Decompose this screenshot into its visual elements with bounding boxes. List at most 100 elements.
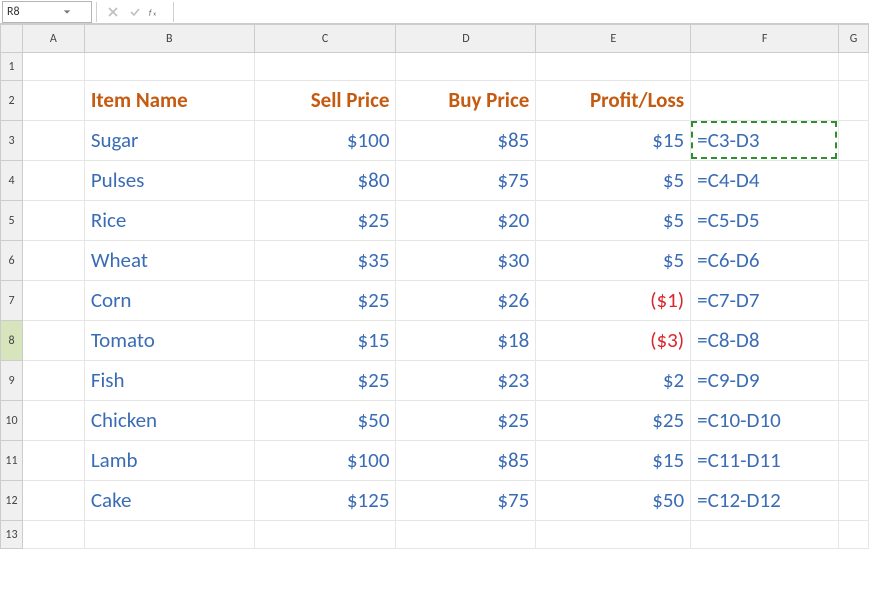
cell-B5[interactable]: Rice	[84, 201, 254, 241]
cell-B3[interactable]: Sugar	[84, 121, 254, 161]
cell-B13[interactable]	[84, 521, 254, 549]
name-box-dropdown-icon[interactable]	[47, 2, 87, 22]
cell-F4[interactable]: =C4-D4	[691, 161, 839, 201]
cell-C10[interactable]: $50	[254, 401, 396, 441]
cell-E10[interactable]: $25	[536, 401, 691, 441]
cell-E12[interactable]: $50	[536, 481, 691, 521]
row-header-6[interactable]: 6	[1, 241, 23, 281]
select-all-corner[interactable]	[1, 25, 23, 53]
cell-B1[interactable]	[84, 53, 254, 81]
cell-F1[interactable]	[691, 53, 839, 81]
cell-E4[interactable]: $5	[536, 161, 691, 201]
cell-E1[interactable]	[536, 53, 691, 81]
row-header-7[interactable]: 7	[1, 281, 23, 321]
row-header-11[interactable]: 11	[1, 441, 23, 481]
cell-D3[interactable]: $85	[396, 121, 536, 161]
formula-input[interactable]	[178, 1, 869, 23]
cell-D13[interactable]	[396, 521, 536, 549]
cell-F10[interactable]: =C10-D10	[691, 401, 839, 441]
cell-B11[interactable]: Lamb	[84, 441, 254, 481]
cell-E7[interactable]: ($1)	[536, 281, 691, 321]
cell-D8[interactable]: $18	[396, 321, 536, 361]
cell-E8[interactable]: ($3)	[536, 321, 691, 361]
cell-G1[interactable]	[839, 53, 869, 81]
column-header-A[interactable]: A	[22, 25, 84, 53]
cell-D4[interactable]: $75	[396, 161, 536, 201]
cell-B9[interactable]: Fish	[84, 361, 254, 401]
column-header-F[interactable]: F	[691, 25, 839, 53]
cell-A8[interactable]	[22, 321, 84, 361]
cell-G6[interactable]	[839, 241, 869, 281]
cell-A13[interactable]	[22, 521, 84, 549]
cell-A1[interactable]	[22, 53, 84, 81]
cell-A6[interactable]	[22, 241, 84, 281]
cell-D6[interactable]: $30	[396, 241, 536, 281]
column-header-E[interactable]: E	[536, 25, 691, 53]
cell-F8[interactable]: =C8-D8	[691, 321, 839, 361]
cancel-icon[interactable]	[103, 2, 123, 22]
cell-G8[interactable]	[839, 321, 869, 361]
row-header-2[interactable]: 2	[1, 81, 23, 121]
cell-G4[interactable]	[839, 161, 869, 201]
row-header-3[interactable]: 3	[1, 121, 23, 161]
cell-C9[interactable]: $25	[254, 361, 396, 401]
cell-F3[interactable]: =C3-D3	[691, 121, 839, 161]
cell-D11[interactable]: $85	[396, 441, 536, 481]
cell-D7[interactable]: $26	[396, 281, 536, 321]
cell-C5[interactable]: $25	[254, 201, 396, 241]
cell-C13[interactable]	[254, 521, 396, 549]
column-header-D[interactable]: D	[396, 25, 536, 53]
row-header-12[interactable]: 12	[1, 481, 23, 521]
cell-E6[interactable]: $5	[536, 241, 691, 281]
name-box[interactable]: R8	[2, 1, 92, 23]
fx-icon[interactable]: f x	[147, 2, 167, 22]
cell-A2[interactable]	[22, 81, 84, 121]
row-header-8[interactable]: 8	[1, 321, 23, 361]
cell-D5[interactable]: $20	[396, 201, 536, 241]
cell-G9[interactable]	[839, 361, 869, 401]
column-header-B[interactable]: B	[84, 25, 254, 53]
cell-E3[interactable]: $15	[536, 121, 691, 161]
row-header-10[interactable]: 10	[1, 401, 23, 441]
cell-C1[interactable]	[254, 53, 396, 81]
cell-E9[interactable]: $2	[536, 361, 691, 401]
row-header-9[interactable]: 9	[1, 361, 23, 401]
cell-D2[interactable]: Buy Price	[396, 81, 536, 121]
cell-F13[interactable]	[691, 521, 839, 549]
cell-E5[interactable]: $5	[536, 201, 691, 241]
cell-C4[interactable]: $80	[254, 161, 396, 201]
cell-E2[interactable]: Profit/Loss	[536, 81, 691, 121]
cell-A12[interactable]	[22, 481, 84, 521]
cell-B7[interactable]: Corn	[84, 281, 254, 321]
cell-A4[interactable]	[22, 161, 84, 201]
cell-E13[interactable]	[536, 521, 691, 549]
enter-icon[interactable]	[125, 2, 145, 22]
cell-B6[interactable]: Wheat	[84, 241, 254, 281]
cell-B8[interactable]: Tomato	[84, 321, 254, 361]
cell-F11[interactable]: =C11-D11	[691, 441, 839, 481]
cell-F2[interactable]	[691, 81, 839, 121]
cell-B12[interactable]: Cake	[84, 481, 254, 521]
cell-F5[interactable]: =C5-D5	[691, 201, 839, 241]
cell-D1[interactable]	[396, 53, 536, 81]
cell-C2[interactable]: Sell Price	[254, 81, 396, 121]
cell-A11[interactable]	[22, 441, 84, 481]
cell-F7[interactable]: =C7-D7	[691, 281, 839, 321]
cell-G13[interactable]	[839, 521, 869, 549]
cell-E11[interactable]: $15	[536, 441, 691, 481]
cell-C12[interactable]: $125	[254, 481, 396, 521]
cell-B10[interactable]: Chicken	[84, 401, 254, 441]
row-header-13[interactable]: 13	[1, 521, 23, 549]
cell-C11[interactable]: $100	[254, 441, 396, 481]
spreadsheet-grid[interactable]: ABCDEFG12Item NameSell PriceBuy PricePro…	[0, 24, 869, 549]
column-header-C[interactable]: C	[254, 25, 396, 53]
cell-G7[interactable]	[839, 281, 869, 321]
cell-F9[interactable]: =C9-D9	[691, 361, 839, 401]
cell-C3[interactable]: $100	[254, 121, 396, 161]
cell-A7[interactable]	[22, 281, 84, 321]
cell-G3[interactable]	[839, 121, 869, 161]
cell-D12[interactable]: $75	[396, 481, 536, 521]
cell-G2[interactable]	[839, 81, 869, 121]
cell-C7[interactable]: $25	[254, 281, 396, 321]
cell-A10[interactable]	[22, 401, 84, 441]
